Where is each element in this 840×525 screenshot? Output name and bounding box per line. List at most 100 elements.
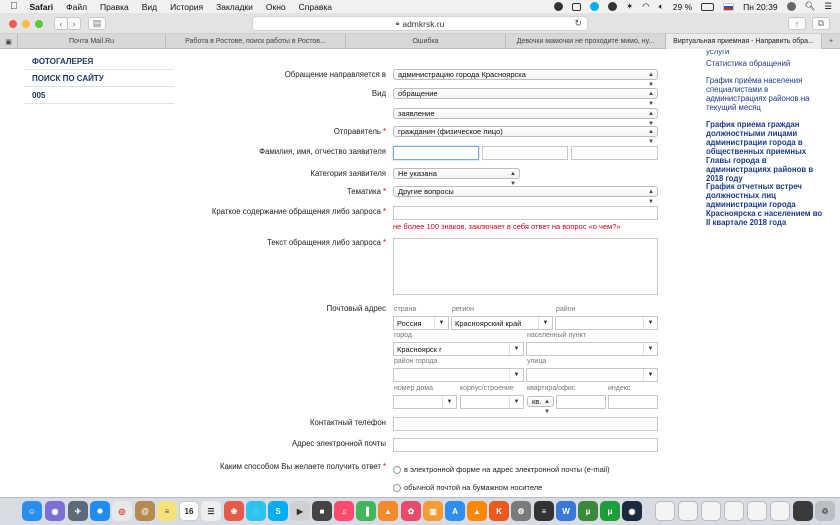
tab-virtual-reception[interactable]: Виртуальная приемная - Направить обра... (666, 34, 822, 49)
reply-post-label[interactable]: обычной почтой на бумажном носителе (404, 483, 542, 492)
minimized-window-7[interactable] (793, 501, 813, 521)
music-icon[interactable]: ♫ (334, 501, 354, 521)
tabs-overview-button[interactable]: ⧉ (812, 17, 830, 30)
sidebar-item-photogallery[interactable]: ФОТОГАЛЕРЕЯ (24, 55, 174, 70)
user-icon[interactable] (786, 2, 796, 11)
house-combo[interactable]: ▼ (393, 395, 457, 409)
bluetooth-icon[interactable]: ✶ (626, 1, 633, 12)
minimized-window-4[interactable] (724, 501, 744, 521)
zip-input[interactable] (608, 395, 658, 409)
messages-icon[interactable]: ◌ (246, 501, 266, 521)
finder-icon[interactable]: ☺ (22, 501, 42, 521)
skype-dock-icon[interactable]: S (268, 501, 288, 521)
spotlight-icon[interactable]: 🔍︎ (805, 1, 816, 12)
photos-app-icon[interactable]: ✿ (401, 501, 421, 521)
type-select[interactable]: обращение ▲ ▼ (393, 88, 658, 107)
link-reception-schedule[interactable]: График приёма населения специалистами в … (706, 76, 826, 112)
notes-icon[interactable]: ≡ (157, 501, 177, 521)
safari-icon[interactable]: ✸ (90, 501, 110, 521)
request-text-area[interactable] (393, 238, 658, 295)
minimized-window-6[interactable] (770, 501, 790, 521)
vlc-icon[interactable]: ▲ (467, 501, 487, 521)
subtype-select[interactable]: заявление ▲ ▼ (393, 108, 658, 127)
apartment-type-select[interactable]: кв. ▲ ▼ (527, 396, 554, 415)
skype-icon[interactable] (590, 2, 600, 11)
notification-list-icon[interactable]: ☰ (824, 1, 832, 12)
chrome-icon[interactable]: ◎ (112, 501, 132, 521)
close-window-icon[interactable] (9, 20, 17, 28)
torrent-icon[interactable]: µ (578, 501, 598, 521)
minimized-window-2[interactable] (678, 501, 698, 521)
phone-input[interactable] (393, 417, 658, 431)
email-input[interactable] (393, 438, 658, 452)
photos-icon[interactable]: ❀ (224, 501, 244, 521)
wifi-icon[interactable]: ◠ (642, 1, 649, 12)
sidebar-item-search[interactable]: ПОИСК ПО САЙТУ (24, 72, 174, 87)
battery-icon[interactable] (701, 2, 715, 11)
share-button[interactable]: ↑ (788, 17, 806, 30)
minimized-window-3[interactable] (701, 501, 721, 521)
trash-icon[interactable]: ♲ (815, 501, 835, 521)
app-store-icon[interactable]: A (445, 501, 465, 521)
building-combo[interactable]: ▼ (460, 395, 524, 409)
link-report-meetings[interactable]: График отчетных встреч должностных лиц а… (706, 182, 826, 227)
menu-window[interactable]: Окно (266, 2, 286, 12)
settlement-combo[interactable]: ▼ (526, 342, 658, 356)
forward-button[interactable]: › (67, 17, 81, 30)
reply-post-radio[interactable] (393, 484, 401, 492)
minimize-window-icon[interactable] (22, 20, 30, 28)
word-icon[interactable]: W (556, 501, 576, 521)
direct-select[interactable]: администрацию города Красноярска ▲ ▼ (393, 69, 658, 88)
country-combo[interactable]: Россия ▼ (393, 316, 449, 330)
patronymic-input[interactable] (571, 146, 658, 160)
launchpad-icon[interactable]: ✈ (68, 501, 88, 521)
dropbox-icon[interactable] (608, 2, 618, 11)
volume-icon[interactable]: 🔈︎ (659, 1, 664, 12)
back-button[interactable]: ‹ (54, 17, 68, 30)
topic-select[interactable]: Другие вопросы ▲ ▼ (393, 186, 658, 205)
pinned-tab[interactable]: ▣ (0, 34, 18, 49)
sidebar-item-005[interactable]: 005 (24, 89, 174, 104)
books-icon[interactable]: ▥ (423, 501, 443, 521)
siri-icon[interactable]: ◉ (45, 501, 65, 521)
category-select[interactable]: Не указана ▲ ▼ (393, 168, 520, 187)
reply-email-radio[interactable] (393, 466, 401, 474)
city-district-combo[interactable]: ▼ (393, 368, 524, 382)
new-tab-button[interactable]: + (822, 34, 840, 49)
first-name-input[interactable] (482, 146, 568, 160)
reload-icon[interactable]: ↻ (574, 18, 582, 29)
calendar-icon[interactable]: 16 (179, 501, 199, 521)
tab-mail[interactable]: Почта Mail.Ru (18, 34, 166, 49)
facetime-icon[interactable]: ▶ (290, 501, 310, 521)
steam-icon[interactable]: ◉ (622, 501, 642, 521)
link-statistics[interactable]: Статистика обращений (706, 59, 826, 68)
street-combo[interactable]: ▼ (526, 368, 658, 382)
photo-booth-icon[interactable]: ■ (312, 501, 332, 521)
battery-text[interactable]: 29 % (673, 2, 692, 12)
menu-view[interactable]: Вид (142, 2, 157, 12)
address-bar[interactable]: 🔒︎ admkrsk.ru ↻ (252, 16, 588, 31)
minimized-window-5[interactable] (747, 501, 767, 521)
link-public-reception-schedule[interactable]: График приема граждан должностными лицам… (706, 120, 826, 183)
menu-bookmarks[interactable]: Закладки (216, 2, 253, 12)
menu-history[interactable]: История (170, 2, 203, 12)
system-preferences-icon[interactable]: ⚙ (511, 501, 531, 521)
keynote-icon[interactable]: ▲ (378, 501, 398, 521)
tab-rabota[interactable]: Работа в Ростове, поиск работы в Ростов.… (166, 34, 346, 49)
display-icon[interactable] (572, 2, 582, 11)
utorrent-icon[interactable]: μ (600, 501, 620, 521)
reply-email-label[interactable]: в электронной форме на адрес электронной… (404, 465, 610, 474)
last-name-input[interactable] (393, 146, 479, 160)
cut-link[interactable]: услуги (706, 50, 826, 56)
numbers-icon[interactable]: ▐ (356, 501, 376, 521)
kinopoisk-icon[interactable]: K (489, 501, 509, 521)
district-combo[interactable]: ▼ (555, 316, 658, 330)
contacts-icon[interactable]: @ (135, 501, 155, 521)
activity-monitor-icon[interactable]: ≡ (534, 501, 554, 521)
region-combo[interactable]: Красноярский край ▼ (451, 316, 553, 330)
city-combo[interactable]: Красноярск г ▼ (393, 342, 524, 356)
apartment-input[interactable] (556, 395, 606, 409)
menu-edit[interactable]: Правка (100, 2, 129, 12)
sidebar-toggle-button[interactable]: ▤ (88, 17, 106, 30)
tab-error[interactable]: Ошибка (346, 34, 506, 49)
